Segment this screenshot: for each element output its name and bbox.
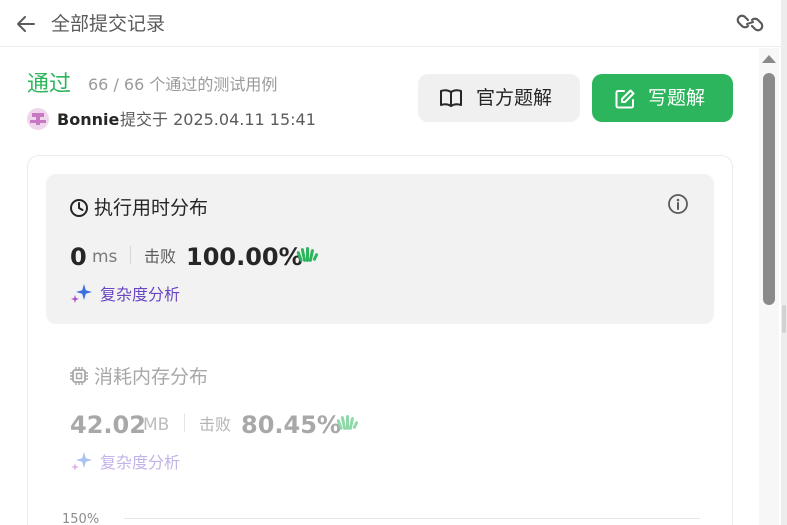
memory-unit: MB — [143, 415, 170, 435]
username[interactable]: Bonnie — [57, 109, 119, 131]
avatar[interactable] — [27, 108, 49, 130]
clap-hands-icon — [336, 415, 359, 430]
clock-icon — [70, 199, 88, 217]
runtime-complexity-link[interactable]: 复杂度分析 — [100, 284, 180, 306]
scroll-up-arrow-icon[interactable] — [762, 55, 776, 63]
clap-hands-icon — [296, 247, 319, 262]
arrow-left-icon[interactable] — [14, 12, 38, 36]
memory-value: 42.02 — [70, 411, 146, 439]
top-bar: 全部提交记录 — [0, 0, 787, 47]
info-icon[interactable] — [667, 193, 689, 215]
write-solution-button[interactable]: 写题解 — [592, 74, 733, 122]
sparkle-icon — [71, 452, 92, 471]
runtime-title: 执行用时分布 — [94, 197, 209, 219]
memory-complexity-link[interactable]: 复杂度分析 — [100, 452, 180, 474]
scrollbar-thumb[interactable] — [763, 73, 775, 305]
y-axis-tick: 150% — [62, 512, 100, 525]
runtime-unit: ms — [92, 247, 118, 267]
edit-icon — [615, 89, 635, 109]
divider — [184, 414, 185, 432]
link-icon[interactable] — [736, 11, 764, 35]
chart-gridline — [124, 518, 700, 519]
runtime-beats-label: 击败 — [144, 247, 177, 266]
official-solution-button[interactable]: 官方题解 — [418, 74, 580, 122]
memory-beats-value: 80.45% — [241, 411, 341, 439]
submitted-time: 提交于 2025.04.11 15:41 — [120, 110, 316, 129]
panel-resize-handle[interactable] — [782, 305, 786, 333]
write-solution-label: 写题解 — [648, 87, 706, 109]
chip-icon — [70, 367, 88, 385]
sparkle-icon — [71, 284, 92, 303]
runtime-beats-value: 100.00% — [186, 243, 303, 271]
memory-beats-label: 击败 — [199, 415, 232, 434]
submission-status: 通过 — [27, 72, 72, 97]
runtime-value: 0 — [70, 243, 87, 271]
book-open-icon — [440, 89, 462, 107]
memory-title[interactable]: 消耗内存分布 — [94, 365, 208, 389]
official-solution-label: 官方题解 — [476, 87, 553, 109]
testcases-passed: 66 / 66 个通过的测试用例 — [88, 75, 278, 94]
panel-resize-edge — [781, 0, 787, 525]
divider — [130, 246, 131, 264]
page-title: 全部提交记录 — [51, 13, 166, 35]
